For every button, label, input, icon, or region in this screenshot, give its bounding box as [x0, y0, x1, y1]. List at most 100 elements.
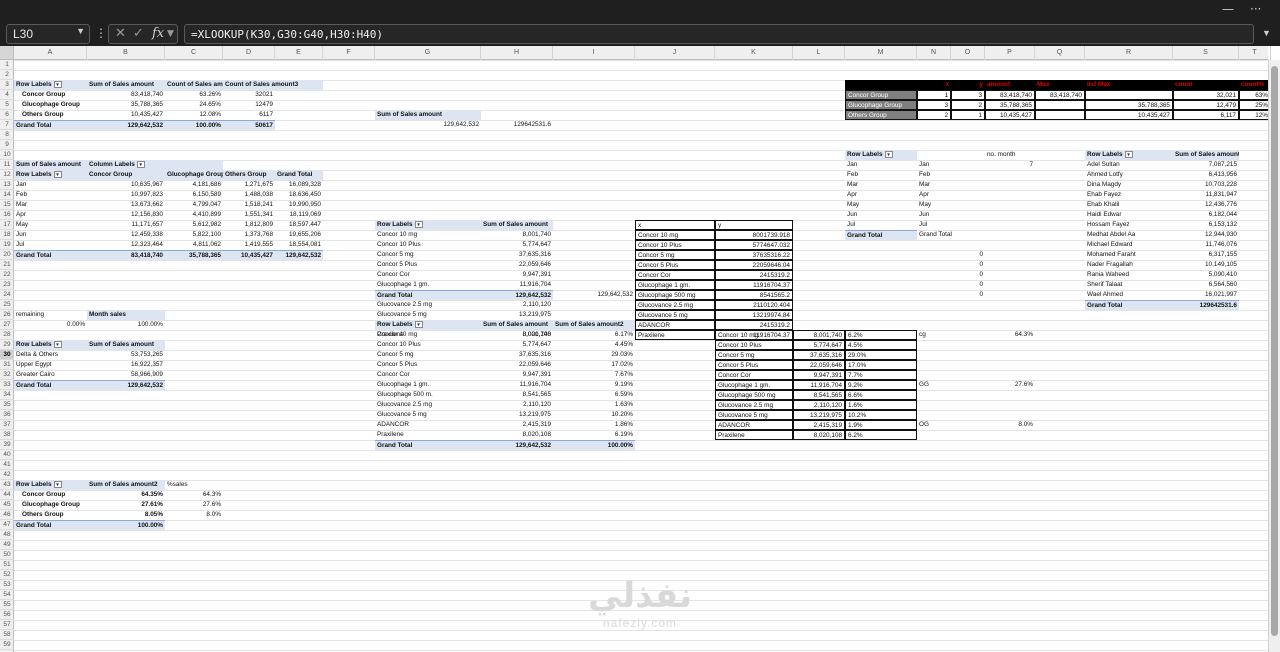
row-header[interactable]: 41 — [0, 460, 14, 470]
table-cell[interactable]: Glucophage 500 mg — [635, 290, 715, 300]
column-header[interactable]: L — [793, 46, 845, 60]
filter-dropdown-icon[interactable]: ▾ — [414, 220, 423, 228]
pivot-cell[interactable]: Concor 5 Plus — [375, 260, 481, 270]
row-header[interactable]: 13 — [0, 180, 14, 190]
pivot-cell[interactable]: 37,635,316 — [481, 250, 553, 260]
cell[interactable]: 0 — [951, 270, 985, 280]
pivot-header[interactable]: Glucophage Group — [165, 170, 223, 180]
pivot-cell[interactable]: 4,410,899 — [165, 210, 223, 220]
row-header[interactable]: 16 — [0, 210, 14, 220]
pivot-cell[interactable]: 1,518,241 — [223, 200, 275, 210]
pivot-header[interactable]: Month sales — [87, 310, 165, 320]
row-header[interactable]: 23 — [0, 280, 14, 290]
row-header[interactable]: 12 — [0, 170, 14, 180]
pivot-cell[interactable]: Concor Cor — [375, 370, 481, 380]
row-header[interactable]: 47 — [0, 520, 14, 530]
pivot-cell[interactable]: Jan — [845, 160, 917, 170]
pivot-cell[interactable]: 83,418,740 — [87, 90, 165, 100]
table-cell[interactable]: 22,059,646 — [793, 360, 845, 370]
pivot-cell[interactable]: 6.19% — [553, 430, 635, 440]
pivot-cell[interactable]: 8.05% — [87, 510, 165, 520]
row-header[interactable]: 52 — [0, 570, 14, 580]
column-header[interactable]: Q — [1035, 46, 1085, 60]
pivot-cell[interactable]: 11,916,704 — [481, 280, 553, 290]
scrollbar-thumb[interactable] — [1271, 66, 1278, 636]
row-header[interactable]: 27 — [0, 320, 14, 330]
table-header-fill[interactable] — [845, 80, 917, 90]
table-header[interactable]: x — [917, 80, 951, 90]
table-cell[interactable]: 1 — [951, 110, 985, 120]
table-cell[interactable]: Glucovance 5 mg — [715, 410, 793, 420]
pivot-header[interactable]: Row Labels ▾ — [14, 80, 87, 90]
pivot-cell[interactable]: 8,001,740 — [481, 330, 553, 340]
cell[interactable]: May — [917, 200, 985, 210]
table-cell[interactable]: 29.0% — [845, 350, 917, 360]
table-cell[interactable]: 10,435,427 — [985, 110, 1035, 120]
table-cell[interactable]: 5774647.032 — [715, 240, 793, 250]
pivot-cell[interactable]: 11,831,947 — [1173, 190, 1239, 200]
table-cell[interactable]: 2415319.2 — [715, 320, 793, 330]
pivot-total[interactable]: 10,435,427 — [223, 250, 275, 260]
pivot-header[interactable]: Sum of Sales amount — [481, 320, 553, 330]
pivot-cell[interactable]: 58,966,909 — [87, 370, 165, 380]
row-header[interactable]: 3 — [0, 80, 14, 90]
pivot-cell[interactable]: 10,635,967 — [87, 180, 165, 190]
pivot-total[interactable]: 129,642,532 — [481, 440, 553, 450]
column-header[interactable]: N — [917, 46, 951, 60]
table-cell[interactable]: 2110120.404 — [715, 300, 793, 310]
pivot-cell[interactable]: 6,317,155 — [1173, 250, 1239, 260]
table-cell[interactable] — [1035, 110, 1085, 120]
pivot-cell[interactable]: Haidi Edwar — [1085, 210, 1173, 220]
cell[interactable]: 8.0% — [165, 510, 223, 520]
pivot-cell[interactable]: 18,119,069 — [275, 210, 323, 220]
pivot-cell[interactable]: 12,436,776 — [1173, 200, 1239, 210]
pivot-cell[interactable]: 8,020,108 — [481, 430, 553, 440]
row-header[interactable]: 38 — [0, 430, 14, 440]
pivot-cell[interactable]: Wael Ahmed — [1085, 290, 1173, 300]
pivot-cell[interactable]: 12479 — [223, 100, 275, 110]
pivot-cell[interactable]: 6.17% — [553, 330, 635, 340]
cell[interactable]: 8.0% — [951, 420, 1035, 430]
row-header[interactable]: 17 — [0, 220, 14, 230]
check-icon[interactable]: ✓ — [133, 26, 144, 41]
pivot-cell[interactable]: 4,799,047 — [165, 200, 223, 210]
table-cell[interactable]: 6.2% — [845, 330, 917, 340]
pivot-cell[interactable]: Glucophage Group — [14, 100, 87, 110]
pivot-cell[interactable]: 12.08% — [165, 110, 223, 120]
table-cell[interactable]: Concor Cor — [715, 370, 793, 380]
table-cell[interactable]: 2,415,319 — [793, 420, 845, 430]
cell[interactable]: OG — [917, 420, 951, 430]
expand-icon[interactable]: ▼ — [1262, 28, 1271, 38]
table-cell[interactable]: Glucophage 500 mg — [715, 390, 793, 400]
cell[interactable]: 0 — [951, 260, 985, 270]
row-header[interactable]: 28 — [0, 330, 14, 340]
pivot-header[interactable]: Count of Sales amo — [165, 80, 223, 90]
pivot-header[interactable]: Row Labels ▾ — [14, 480, 87, 490]
table-cell[interactable]: 4.5% — [845, 340, 917, 350]
cell[interactable]: 129,642,532 — [553, 290, 635, 300]
table-cell[interactable]: 8,001,740 — [793, 330, 845, 340]
pivot-cell[interactable]: 19,990,950 — [275, 200, 323, 210]
pivot-cell[interactable]: Concor Group — [14, 490, 87, 500]
pivot-cell[interactable]: Adel Sultan — [1085, 160, 1173, 170]
pivot-cell[interactable]: Jul — [845, 220, 917, 230]
row-header[interactable]: 14 — [0, 190, 14, 200]
table-cell[interactable]: Concor Cor — [635, 270, 715, 280]
pivot-header[interactable]: Others Group — [223, 170, 275, 180]
pivot-cell[interactable]: 13,673,662 — [87, 200, 165, 210]
pivot-cell[interactable]: 13,219,975 — [481, 410, 553, 420]
pivot-cell[interactable]: 1,373,768 — [223, 230, 275, 240]
table-cell[interactable]: 3 — [951, 90, 985, 100]
vertical-scrollbar[interactable] — [1268, 60, 1280, 652]
pivot-total[interactable]: 129,642,532 — [87, 120, 165, 130]
pivot-cell[interactable]: 6,150,589 — [165, 190, 223, 200]
column-header[interactable]: T — [1239, 46, 1271, 60]
pivot-cell[interactable]: 11,746,076 — [1173, 240, 1239, 250]
cell[interactable]: 64.3% — [951, 330, 1035, 340]
cell[interactable]: Apr — [917, 190, 985, 200]
column-header[interactable]: F — [323, 46, 375, 60]
cell[interactable]: Grand Total — [917, 230, 985, 240]
table-cell[interactable]: Praxilene — [715, 430, 793, 440]
worksheet-grid[interactable]: ABCDEFGHIJKLMNOPQRSTU 123456789101112131… — [0, 46, 1280, 652]
pivot-cell[interactable]: Concor 5 Plus — [375, 360, 481, 370]
